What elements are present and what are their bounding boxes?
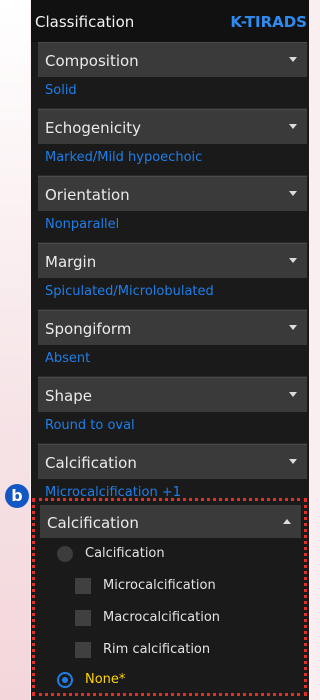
echogenicity-dropdown[interactable]: Echogenicity (38, 109, 307, 144)
shape-dropdown[interactable]: Shape (38, 377, 307, 412)
rim-calcification-label: Rim calcification (103, 642, 211, 657)
background (0, 0, 30, 700)
composition-label: Composition (45, 52, 139, 70)
chevron-down-icon (289, 325, 297, 330)
panel-title: Classification (35, 13, 135, 31)
margin-value: Spiculated/Microlobulated (45, 284, 214, 299)
chevron-down-icon (289, 191, 297, 196)
calcification-radio-label: Calcification (85, 546, 165, 561)
group-shape: Shape Round to oval (31, 377, 309, 444)
composition-value: Solid (45, 83, 77, 98)
option-none[interactable]: None* (35, 667, 304, 695)
panel-header: Classification K-TIRADS (31, 0, 309, 42)
shape-label: Shape (45, 387, 92, 405)
option-macrocalcification[interactable]: Macrocalcification (35, 604, 304, 632)
macrocalcification-checkbox[interactable] (75, 610, 91, 626)
echogenicity-label: Echogenicity (45, 119, 142, 137)
chevron-down-icon (289, 124, 297, 129)
orientation-dropdown[interactable]: Orientation (38, 176, 307, 211)
orientation-value: Nonparallel (45, 217, 120, 232)
composition-dropdown[interactable]: Composition (38, 42, 307, 77)
macrocalcification-label: Macrocalcification (103, 610, 221, 625)
group-echogenicity: Echogenicity Marked/Mild hypoechoic (31, 109, 309, 176)
rim-calcification-checkbox[interactable] (75, 642, 91, 658)
shape-value: Round to oval (45, 418, 135, 433)
option-rim-calcification[interactable]: Rim calcification (35, 636, 304, 664)
classification-panel: Classification K-TIRADS Composition Soli… (31, 0, 309, 700)
group-orientation: Orientation Nonparallel (31, 176, 309, 243)
option-calcification[interactable]: Calcification (35, 540, 304, 568)
margin-label: Margin (45, 253, 97, 271)
microcalcification-checkbox[interactable] (75, 578, 91, 594)
calcification-radio[interactable] (57, 546, 73, 562)
calcification-expanded-header[interactable]: Calcification (40, 505, 301, 538)
none-radio-label: None* (85, 672, 126, 687)
group-margin: Margin Spiculated/Microlobulated (31, 243, 309, 310)
spongiform-value: Absent (45, 351, 91, 366)
spongiform-label: Spongiform (45, 320, 132, 338)
group-spongiform: Spongiform Absent (31, 310, 309, 377)
chevron-up-icon (283, 519, 291, 524)
calcification-label: Calcification (45, 454, 137, 472)
margin-dropdown[interactable]: Margin (38, 243, 307, 278)
chevron-down-icon (289, 258, 297, 263)
chevron-down-icon (289, 57, 297, 62)
option-microcalcification[interactable]: Microcalcification (35, 572, 304, 600)
orientation-label: Orientation (45, 186, 130, 204)
spongiform-dropdown[interactable]: Spongiform (38, 310, 307, 345)
group-composition: Composition Solid (31, 42, 309, 109)
tirads-tag: K-TIRADS (230, 13, 307, 31)
echogenicity-value: Marked/Mild hypoechoic (45, 150, 203, 165)
chevron-down-icon (289, 459, 297, 464)
microcalcification-label: Microcalcification (103, 578, 216, 593)
annotation-badge: b (5, 484, 29, 508)
calcification-dropdown[interactable]: Calcification (38, 444, 307, 479)
none-radio-selected[interactable] (57, 672, 73, 688)
expanded-calcification-label: Calcification (47, 514, 139, 532)
chevron-down-icon (289, 392, 297, 397)
calcification-expanded-panel: Calcification Calcification Microcalcifi… (32, 498, 307, 696)
